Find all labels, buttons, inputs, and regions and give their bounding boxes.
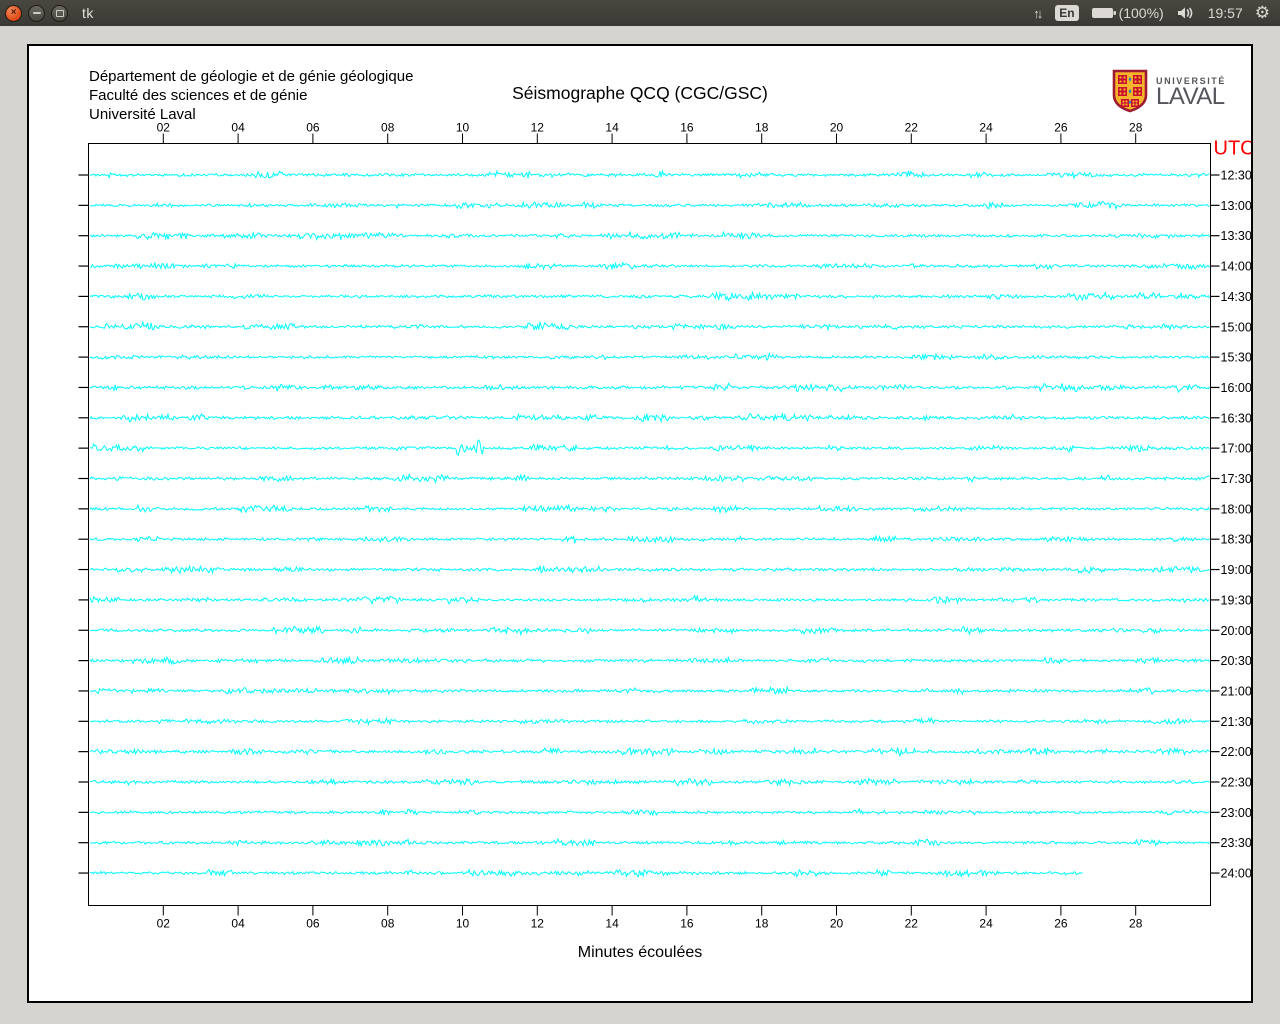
window-title: tk: [82, 5, 94, 21]
utc-time-label: 16:30: [1221, 411, 1252, 425]
x-tick-label-top: 18: [755, 121, 769, 135]
x-tick-label-top: 16: [680, 121, 694, 135]
x-tick-label-bottom: 06: [306, 917, 320, 931]
network-traffic-icon[interactable]: ↑↓: [1033, 6, 1043, 21]
utc-time-label: 13:00: [1221, 199, 1252, 213]
x-tick-label-top: 28: [1129, 121, 1143, 135]
keyboard-layout-label: En: [1055, 5, 1079, 21]
utc-time-label: 12:30: [1221, 169, 1252, 183]
system-indicators: ↑↓ En (100%) 19:57 ⚙: [1033, 3, 1280, 23]
utc-time-label: 14:30: [1221, 290, 1252, 304]
utc-time-label: 20:00: [1221, 624, 1252, 638]
x-axis-title: Minutes écoulées: [577, 944, 703, 961]
utc-time-label: 23:00: [1221, 806, 1252, 820]
x-tick-label-bottom: 12: [531, 917, 545, 931]
utc-time-label: 24:00: [1221, 867, 1252, 881]
x-tick-label-bottom: 20: [830, 917, 844, 931]
x-tick-label-top: 22: [905, 121, 919, 135]
x-tick-label-top: 12: [531, 121, 545, 135]
maximize-icon: [55, 9, 64, 17]
x-tick-label-top: 10: [456, 121, 470, 135]
utc-time-label: 15:00: [1221, 320, 1252, 334]
x-tick-label-top: 20: [830, 121, 844, 135]
window-minimize-button[interactable]: [28, 4, 45, 22]
utc-time-label: 18:30: [1221, 533, 1252, 547]
utc-time-label: 22:00: [1221, 745, 1252, 759]
x-tick-label-bottom: 18: [755, 917, 769, 931]
seismograph-canvas: Département de géologie et de génie géol…: [27, 44, 1253, 1003]
utc-time-label: 17:00: [1221, 442, 1252, 456]
window-controls: ×: [5, 4, 68, 22]
utc-time-label: 21:00: [1221, 684, 1252, 698]
utc-time-label: 19:30: [1221, 593, 1252, 607]
x-tick-label-bottom: 24: [979, 917, 993, 931]
window-close-button[interactable]: ×: [5, 4, 22, 22]
window-maximize-button[interactable]: [51, 4, 68, 22]
plot-frame: [88, 143, 1211, 906]
x-tick-label-top: 24: [979, 121, 993, 135]
x-tick-label-top: 14: [605, 121, 619, 135]
utc-time-label: 23:30: [1221, 836, 1252, 850]
x-tick-label-bottom: 28: [1129, 917, 1143, 931]
clock-indicator[interactable]: 19:57: [1208, 5, 1243, 21]
minimize-icon: [32, 12, 41, 14]
keyboard-layout-indicator[interactable]: En: [1055, 5, 1079, 21]
x-tick-label-bottom: 08: [381, 917, 395, 931]
utc-time-label: 17:30: [1221, 472, 1252, 486]
volume-indicator[interactable]: [1176, 5, 1196, 21]
utc-axis-title: UTC: [1214, 138, 1252, 160]
x-tick-label-bottom: 22: [905, 917, 919, 931]
session-gear-icon[interactable]: ⚙: [1255, 3, 1270, 23]
x-tick-label-bottom: 16: [680, 917, 694, 931]
x-tick-label-top: 06: [306, 121, 320, 135]
utc-time-label: 22:30: [1221, 776, 1252, 790]
utc-time-label: 21:30: [1221, 715, 1252, 729]
utc-time-label: 18:00: [1221, 502, 1252, 516]
speaker-icon: [1177, 7, 1193, 19]
utc-time-label: 19:00: [1221, 563, 1252, 577]
utc-time-label: 14:00: [1221, 260, 1252, 274]
x-tick-label-bottom: 02: [157, 917, 171, 931]
battery-indicator[interactable]: (100%): [1091, 5, 1164, 21]
seismogram-plot: 02 02 04 04 06 06 08 08 10 10 12 12 14 14 16 16 18 18 20 20…: [78, 121, 1252, 931]
x-tick-label-bottom: 04: [231, 917, 245, 931]
utc-time-label: 13:30: [1221, 229, 1252, 243]
x-tick-label-bottom: 14: [605, 917, 619, 931]
utc-time-label: 16:00: [1221, 381, 1252, 395]
x-tick-label-top: 04: [231, 121, 245, 135]
x-tick-label-top: 08: [381, 121, 395, 135]
battery-percent-label: (100%): [1118, 5, 1164, 21]
x-tick-label-bottom: 26: [1054, 917, 1068, 931]
tk-window: Département de géologie et de génie géol…: [0, 26, 1280, 1024]
x-tick-label-bottom: 10: [456, 917, 470, 931]
x-tick-label-top: 02: [157, 121, 171, 135]
utc-time-label: 20:30: [1221, 654, 1252, 668]
battery-icon: [1091, 8, 1116, 18]
system-top-bar: × tk ↑↓ En (100%) 19:57 ⚙: [0, 0, 1280, 27]
utc-time-label: 15:30: [1221, 351, 1252, 365]
clock-label: 19:57: [1207, 5, 1243, 21]
x-tick-label-top: 26: [1054, 121, 1068, 135]
